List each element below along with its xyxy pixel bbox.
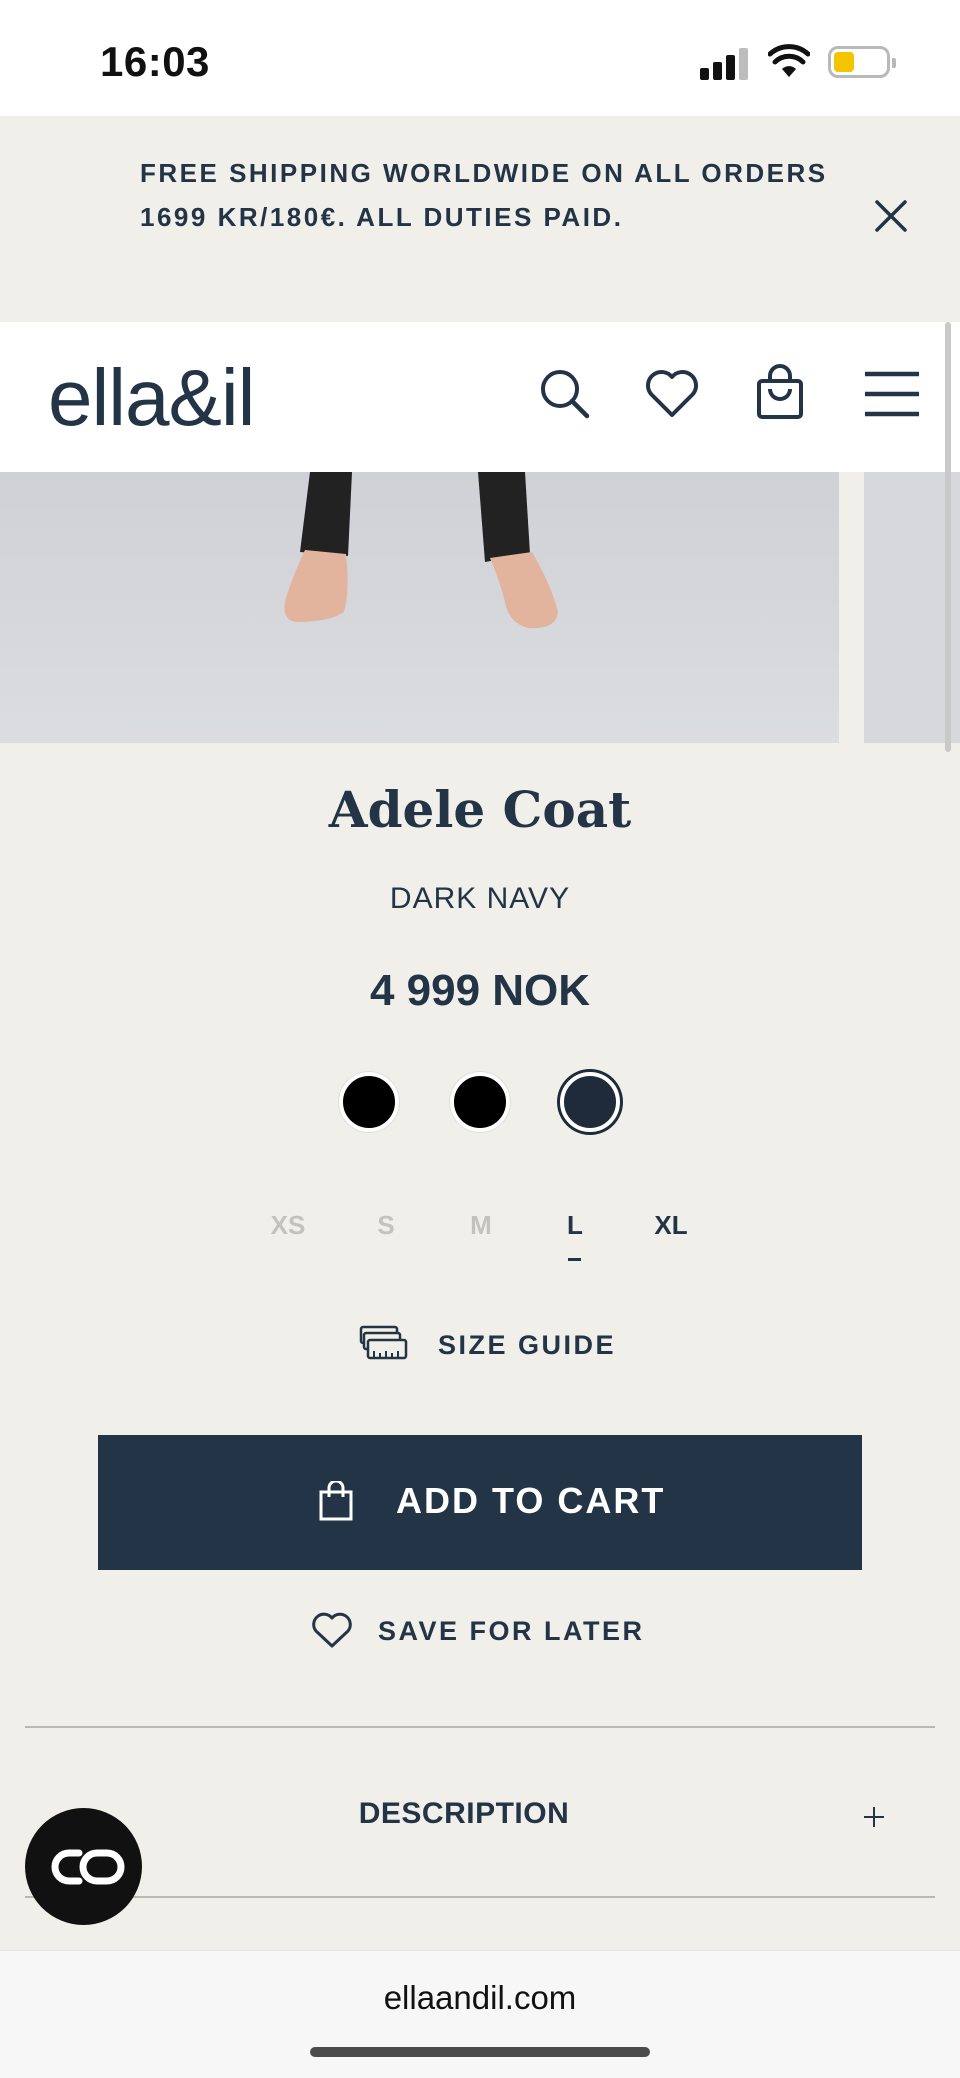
product-price: 4 999 NOK <box>369 966 591 1015</box>
product-photo-legs <box>284 472 558 629</box>
size-option-xl[interactable]: XL <box>641 1210 701 1241</box>
color-swatch[interactable] <box>339 1072 399 1132</box>
wifi-icon <box>768 44 810 77</box>
product-title: Adele Coat <box>328 780 632 839</box>
announcement-banner: FREE SHIPPING WORLDWIDE ON ALL ORDERS 16… <box>0 116 960 322</box>
announcement-line-1: FREE SHIPPING WORLDWIDE ON ALL ORDERS <box>140 158 828 188</box>
product-image[interactable] <box>0 472 839 743</box>
bag-icon <box>319 1481 353 1521</box>
divider <box>25 1726 935 1728</box>
size-guide-link[interactable]: SIZE GUIDE <box>358 1324 614 1368</box>
product-color-name: DARK NAVY <box>389 882 571 915</box>
logo[interactable]: ella&il <box>48 352 255 444</box>
chat-icon <box>51 1849 125 1885</box>
expand-icon[interactable] <box>862 1805 886 1829</box>
home-indicator[interactable] <box>310 2047 650 2057</box>
announcement-line-2: 1699 KR/180€. ALL DUTIES PAID. <box>140 202 624 232</box>
add-to-cart-label: ADD TO CART <box>396 1480 666 1521</box>
chat-button[interactable] <box>25 1808 142 1925</box>
close-icon[interactable] <box>873 198 909 234</box>
bag-icon[interactable] <box>750 364 810 424</box>
ruler-icon <box>359 1325 408 1360</box>
signal-icon <box>700 46 752 80</box>
add-to-cart-button[interactable]: ADD TO CART <box>98 1435 862 1570</box>
size-option-l[interactable]: L <box>545 1210 605 1241</box>
search-icon[interactable] <box>535 364 595 424</box>
heart-icon[interactable] <box>642 364 702 424</box>
save-for-later-link[interactable]: SAVE FOR LATER <box>310 1610 642 1654</box>
site-header: ella&il <box>0 322 960 472</box>
heart-icon <box>312 1612 352 1648</box>
status-time: 16:03 <box>100 38 210 85</box>
size-option-s[interactable]: S <box>356 1210 416 1241</box>
browser-address-bar[interactable]: ellaandil.com <box>0 1950 960 2078</box>
battery-icon <box>828 46 896 78</box>
color-swatch[interactable] <box>450 1072 510 1132</box>
divider <box>25 1896 935 1898</box>
save-for-later-label: SAVE FOR LATER <box>378 1616 645 1646</box>
size-option-m[interactable]: M <box>451 1210 511 1241</box>
scrollbar[interactable] <box>945 322 951 752</box>
size-guide-label: SIZE GUIDE <box>438 1330 617 1360</box>
color-swatch-selected[interactable] <box>560 1072 620 1132</box>
menu-icon[interactable] <box>862 364 922 424</box>
size-selected-indicator <box>568 1258 581 1261</box>
size-option-xs[interactable]: XS <box>258 1210 318 1241</box>
url-text[interactable]: ellaandil.com <box>0 1979 960 2017</box>
status-bar: 16:03 <box>0 0 960 116</box>
